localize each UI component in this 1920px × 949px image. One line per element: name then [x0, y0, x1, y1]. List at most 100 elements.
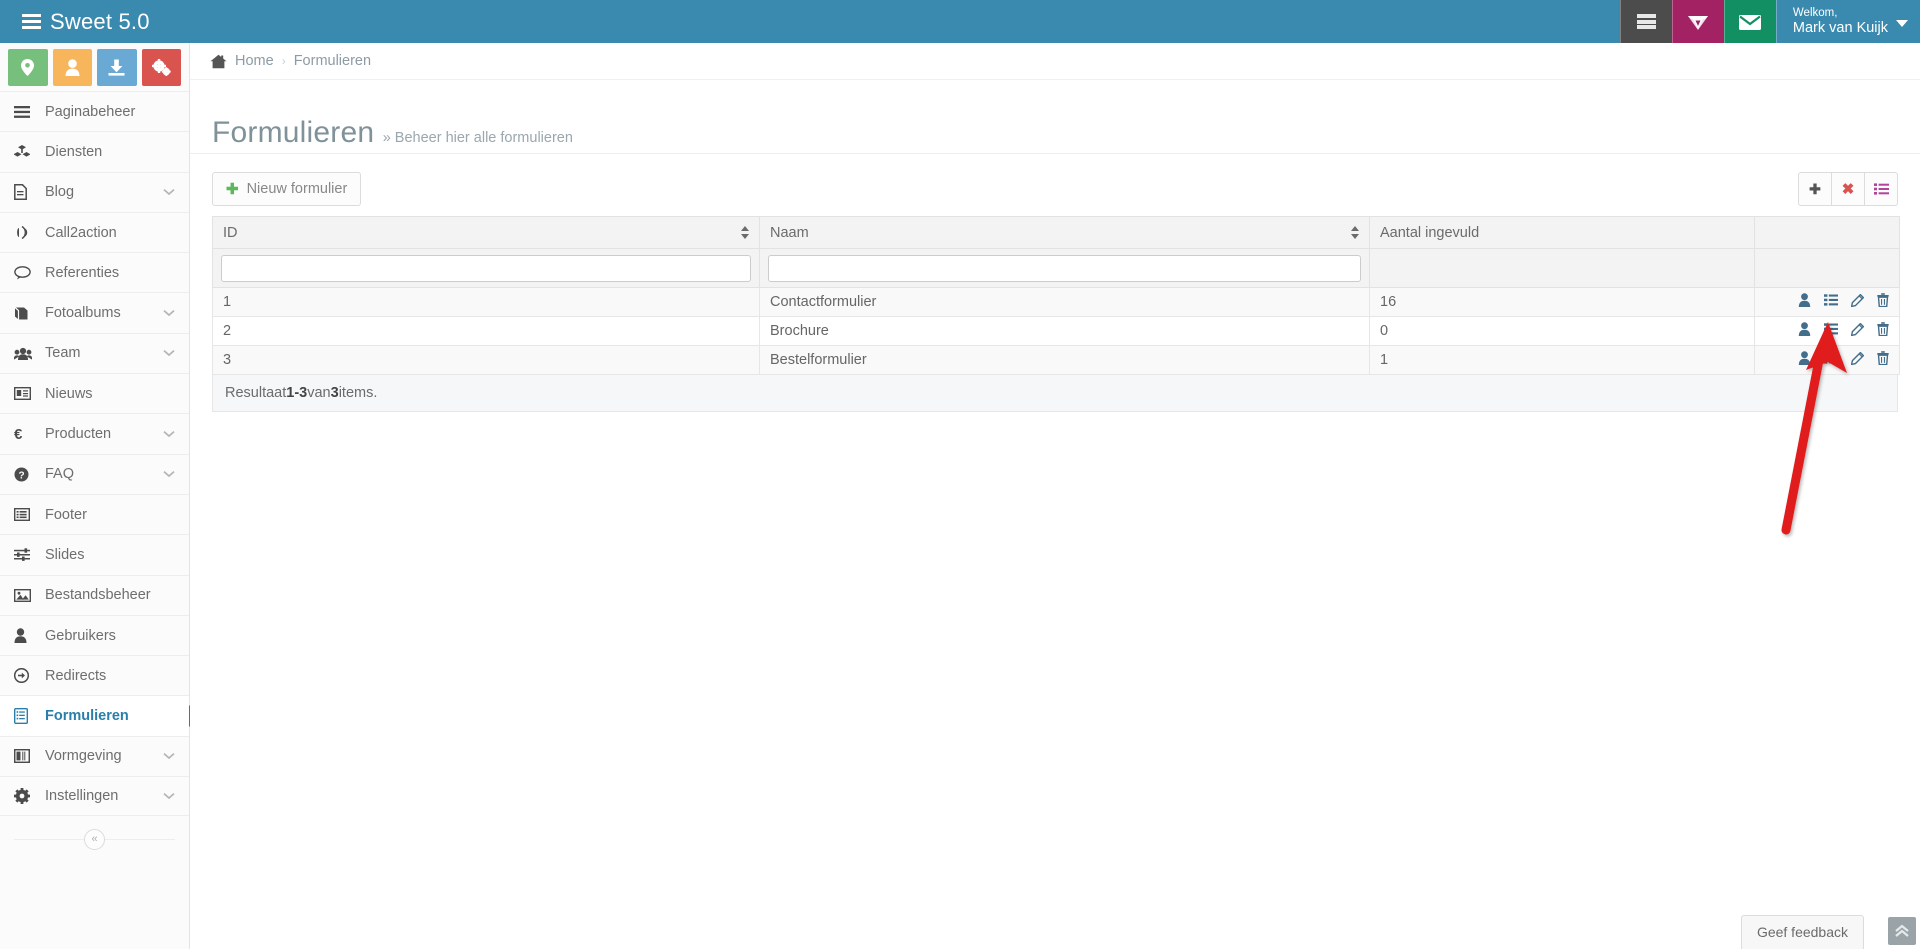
chevron-down-icon [163, 468, 177, 480]
user-icon [65, 59, 80, 76]
row-action-edit[interactable] [1850, 322, 1865, 340]
sidebar-item-redirects[interactable]: Redirects [0, 655, 189, 696]
settings-quick-button[interactable] [141, 49, 181, 86]
row-action-entries-list[interactable] [1823, 323, 1838, 339]
caret-down-icon [1896, 19, 1908, 27]
sidebar-item-label: Paginabeheer [45, 103, 136, 120]
sort-icon [1351, 225, 1359, 240]
cell-aantal: 16 [1369, 287, 1755, 317]
sidebar-item-paginabeheer[interactable]: Paginabeheer [0, 91, 189, 132]
row-action-entries-list[interactable] [1823, 294, 1838, 310]
cell-naam: Brochure [759, 316, 1370, 346]
filter-cell-aantal [1369, 248, 1755, 288]
users-quick-button[interactable] [52, 49, 92, 86]
chevron-down-icon [163, 790, 177, 802]
sidebar-item-label: Referenties [45, 264, 120, 281]
page-header: Formulieren » Beheer hier alle formulier… [190, 80, 1920, 154]
brand-title: Sweet 5.0 [50, 8, 150, 34]
row-action-delete[interactable] [1877, 351, 1889, 369]
filter-id[interactable] [221, 254, 751, 282]
sidebar-item-label: Producten [45, 426, 112, 443]
sidebar-item-label: Team [45, 345, 81, 362]
downloads-quick-button[interactable] [97, 49, 137, 86]
user-menu[interactable]: Welkom, Mark van Kuijk [1775, 0, 1920, 43]
page-title: Formulieren [212, 116, 375, 149]
sidebar-item-fotoalbums[interactable]: Fotoalbums [0, 292, 189, 333]
chevron-down-icon [163, 428, 177, 440]
sidebar-item-blog[interactable]: Blog [0, 171, 189, 212]
image-icon [14, 588, 38, 602]
column-header-id[interactable]: ID [212, 216, 760, 249]
row-action-edit[interactable] [1850, 351, 1865, 369]
sidebar-item-faq[interactable]: ? FAQ [0, 453, 189, 494]
sidebar-item-nieuws[interactable]: Nieuws [0, 373, 189, 414]
column-header-aantal-ingevuld: Aantal ingevuld [1369, 216, 1755, 249]
table-row[interactable]: 3 Bestelformulier 1 [212, 345, 1900, 375]
sidebar-item-gebruikers[interactable]: Gebruikers [0, 614, 189, 656]
sidebar-item-bestandsbeheer[interactable]: Bestandsbeheer [0, 574, 189, 615]
scroll-to-top-button[interactable] [1888, 917, 1916, 945]
times-icon: ✖ [1841, 181, 1855, 198]
breadcrumb: Home › Formulieren [190, 43, 1920, 80]
file-text-icon [14, 184, 38, 201]
feedback-tab[interactable]: Geef feedback [1740, 915, 1864, 949]
grid-summary: Resultaat 1-3 van 3 items. [212, 375, 1898, 412]
row-action-entries-list[interactable] [1823, 352, 1838, 368]
summary-total: 3 [330, 385, 339, 401]
sidebar-item-footer[interactable]: Footer [0, 493, 189, 535]
sidebar-item-referenties[interactable]: Referenties [0, 252, 189, 293]
locations-quick-button[interactable] [8, 49, 48, 86]
sidebar-item-instellingen[interactable]: Instellingen [0, 776, 189, 817]
filter-cell-actions [1754, 248, 1900, 288]
summary-suffix: items. [338, 385, 378, 401]
cell-id: 3 [212, 345, 760, 375]
row-action-delete[interactable] [1877, 293, 1889, 311]
bars-icon [14, 105, 38, 118]
sidebar-item-label: Fotoalbums [45, 305, 121, 322]
column-label: Aantal ingevuld [1380, 224, 1480, 241]
row-action-submissions-user[interactable] [1798, 293, 1811, 311]
new-form-button[interactable]: ✚ Nieuw formulier [212, 172, 362, 206]
filter-naam[interactable] [768, 254, 1361, 282]
row-action-delete[interactable] [1877, 322, 1889, 340]
top-header-bar: Sweet 5.0 Welkom, Mark van Kuijk [0, 0, 1920, 43]
server-button[interactable] [1619, 0, 1672, 43]
sidebar-item-diensten[interactable]: Diensten [0, 131, 189, 172]
premium-button[interactable] [1671, 0, 1724, 43]
row-action-submissions-user[interactable] [1798, 351, 1811, 369]
server-stack-icon [22, 14, 41, 29]
column-header-naam[interactable]: Naam [759, 216, 1370, 249]
clear-filters-button[interactable]: ✖ [1831, 172, 1865, 206]
bullhorn-icon [14, 225, 38, 240]
chevron-down-icon [163, 347, 177, 359]
form-list-icon [14, 708, 38, 725]
sidebar-item-call2action[interactable]: Call2action [0, 211, 189, 253]
brand-logo[interactable]: Sweet 5.0 [0, 0, 190, 43]
sidebar-item-vormgeving[interactable]: Vormgeving [0, 735, 189, 777]
add-column-button[interactable]: ✚ [1798, 172, 1832, 206]
mail-button[interactable] [1723, 0, 1776, 43]
euro-icon: € [14, 425, 23, 443]
column-chooser-button[interactable] [1864, 172, 1898, 206]
cell-naam: Contactformulier [759, 287, 1370, 317]
sidebar-item-team[interactable]: Team [0, 332, 189, 374]
sidebar-item-label: Slides [45, 546, 85, 563]
sidebar-item-label: Vormgeving [45, 748, 122, 765]
cell-naam: Bestelformulier [759, 345, 1370, 375]
double-chevron-left-icon[interactable]: « [84, 828, 105, 850]
row-action-submissions-user[interactable] [1798, 322, 1811, 340]
row-action-edit[interactable] [1850, 293, 1865, 311]
sidebar-item-producten[interactable]: € Producten [0, 413, 189, 454]
sidebar-item-slides[interactable]: Slides [0, 534, 189, 575]
column-label: ID [223, 224, 238, 241]
table-row[interactable]: 2 Brochure 0 [212, 316, 1900, 346]
sidebar-item-label: FAQ [45, 466, 75, 483]
sidebar-item-formulieren[interactable]: Formulieren [0, 695, 201, 736]
list-alt-icon [14, 508, 38, 522]
cell-aantal: 1 [1369, 345, 1755, 375]
user-icon [14, 628, 38, 643]
table-body: 1 Contactformulier 16 2 Brochure 0 3 Bes… [212, 287, 1900, 375]
table-row[interactable]: 1 Contactformulier 16 [212, 287, 1900, 317]
breadcrumb-home[interactable]: Home [235, 53, 274, 69]
filter-cell-naam [759, 248, 1370, 288]
